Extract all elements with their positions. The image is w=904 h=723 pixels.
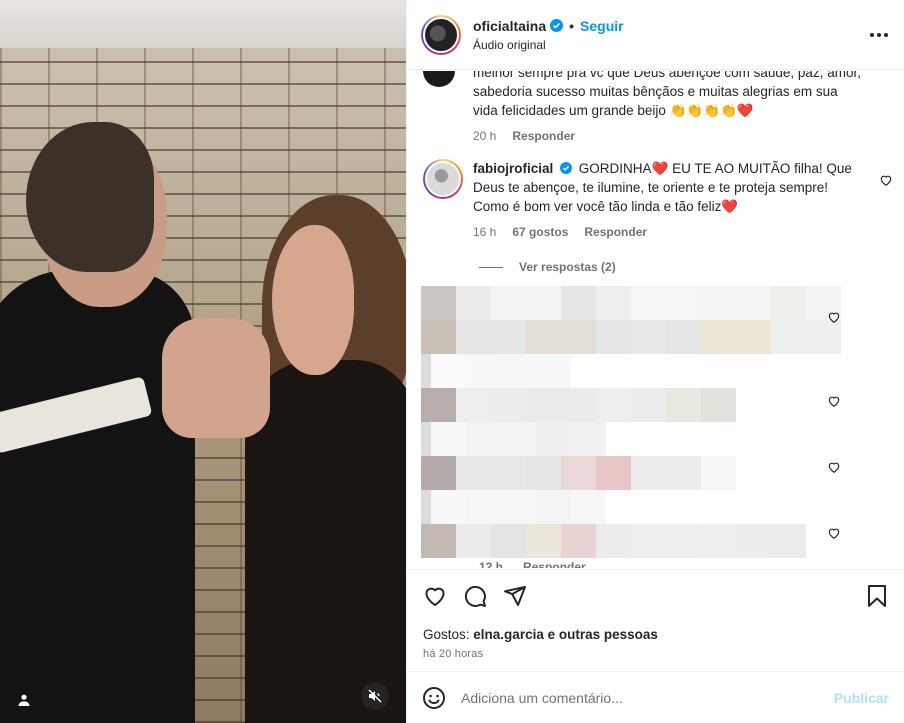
bookmark-icon (868, 585, 886, 607)
heart-icon[interactable] (879, 173, 893, 187)
blurred-row (421, 320, 841, 354)
share-icon (504, 586, 526, 606)
likes-text[interactable]: elna.garcia e outras pessoas (473, 627, 658, 642)
heart-icon[interactable] (827, 310, 841, 324)
action-bar (421, 582, 891, 610)
post-timestamp[interactable]: há 20 horas (423, 648, 483, 660)
author-username[interactable]: oficialtaina (473, 18, 546, 34)
comment-item: fabiojroficial GORDINHA❤️ EU TE AO MUITÃ… (423, 159, 893, 239)
verified-badge-icon (560, 162, 573, 174)
blurred-row (421, 388, 736, 422)
comment-time[interactable]: 20 h (473, 129, 496, 143)
likes-summary[interactable]: Gostos: elna.garcia e outras pessoas (423, 627, 658, 642)
muted-audio-icon (368, 689, 382, 703)
emoji-icon (423, 686, 445, 709)
heart-icon[interactable] (827, 460, 841, 474)
comment-meta: 16 h 67 gostos Responder (473, 225, 893, 239)
post-panel: oficialtaina • Seguir Áudio original mel… (406, 0, 904, 723)
author-info: oficialtaina • Seguir Áudio original (473, 18, 624, 52)
blurred-row (421, 354, 571, 388)
comment-button[interactable] (461, 582, 489, 610)
woman-face (272, 225, 354, 375)
blurred-row (421, 422, 606, 456)
like-button[interactable] (421, 582, 449, 610)
author-avatar[interactable] (421, 14, 461, 55)
comment-composer: Publicar (407, 671, 904, 723)
comment-time[interactable]: 12 h (479, 560, 503, 568)
blurred-row (421, 524, 806, 558)
audio-label[interactable]: Áudio original (473, 38, 624, 52)
user-tag-icon[interactable] (14, 690, 34, 710)
reply-button[interactable]: Responder (523, 560, 586, 568)
more-horizontal-icon (870, 32, 888, 37)
blurred-row (421, 456, 736, 490)
blurred-row (421, 286, 841, 320)
comment-text: fabiojroficial GORDINHA❤️ EU TE AO MUITÃ… (473, 159, 865, 216)
instagram-post-view: oficialtaina • Seguir Áudio original mel… (0, 0, 904, 723)
man-hair (26, 122, 154, 272)
joined-hands (162, 318, 270, 438)
commenter-username[interactable]: fabiojroficial (473, 161, 553, 176)
blurred-row (421, 490, 606, 524)
man-body (0, 270, 195, 723)
separator-dot: • (569, 17, 575, 34)
save-button[interactable] (863, 582, 891, 610)
reply-button[interactable]: Responder (512, 129, 575, 143)
heart-icon (425, 587, 445, 606)
comment-meta: 20 h Responder (473, 129, 893, 143)
mute-button[interactable] (361, 682, 389, 710)
post-header: oficialtaina • Seguir Áudio original (407, 0, 904, 70)
avatar-image (425, 161, 461, 197)
heart-icon[interactable] (827, 394, 841, 408)
post-video[interactable] (0, 0, 406, 723)
post-actions: Gostos: elna.garcia e outras pessoas há … (407, 569, 904, 670)
follow-button[interactable]: Seguir (580, 18, 624, 34)
author-line: oficialtaina • Seguir (473, 18, 624, 34)
comment-time[interactable]: 16 h (473, 225, 496, 239)
comment-meta: 12 h Responder (479, 560, 586, 568)
ceiling (0, 0, 406, 48)
commenter-avatar[interactable] (423, 159, 463, 199)
verified-badge-icon (550, 19, 564, 32)
reply-button[interactable]: Responder (584, 225, 647, 239)
divider-line (479, 266, 503, 268)
comment-text: melhor sempre pra vc que Deus abençoe co… (473, 71, 861, 118)
publish-button[interactable]: Publicar (834, 690, 889, 706)
comment-icon (464, 585, 486, 607)
view-replies-button[interactable]: Ver respostas (2) (479, 260, 616, 274)
emoji-button[interactable] (421, 685, 447, 711)
comment-item: melhor sempre pra vc que Deus abençoe co… (423, 71, 893, 143)
avatar-image (423, 16, 459, 53)
likes-prefix: Gostos: (423, 627, 470, 642)
heart-icon[interactable] (827, 526, 841, 540)
view-replies-label: Ver respostas (2) (519, 260, 616, 274)
blurred-replies (421, 286, 853, 568)
share-button[interactable] (501, 582, 529, 610)
comments-list[interactable]: melhor sempre pra vc que Deus abençoe co… (407, 71, 904, 568)
comment-likes[interactable]: 67 gostos (512, 225, 568, 239)
more-options-button[interactable] (867, 23, 891, 47)
comment-input[interactable] (461, 689, 834, 706)
